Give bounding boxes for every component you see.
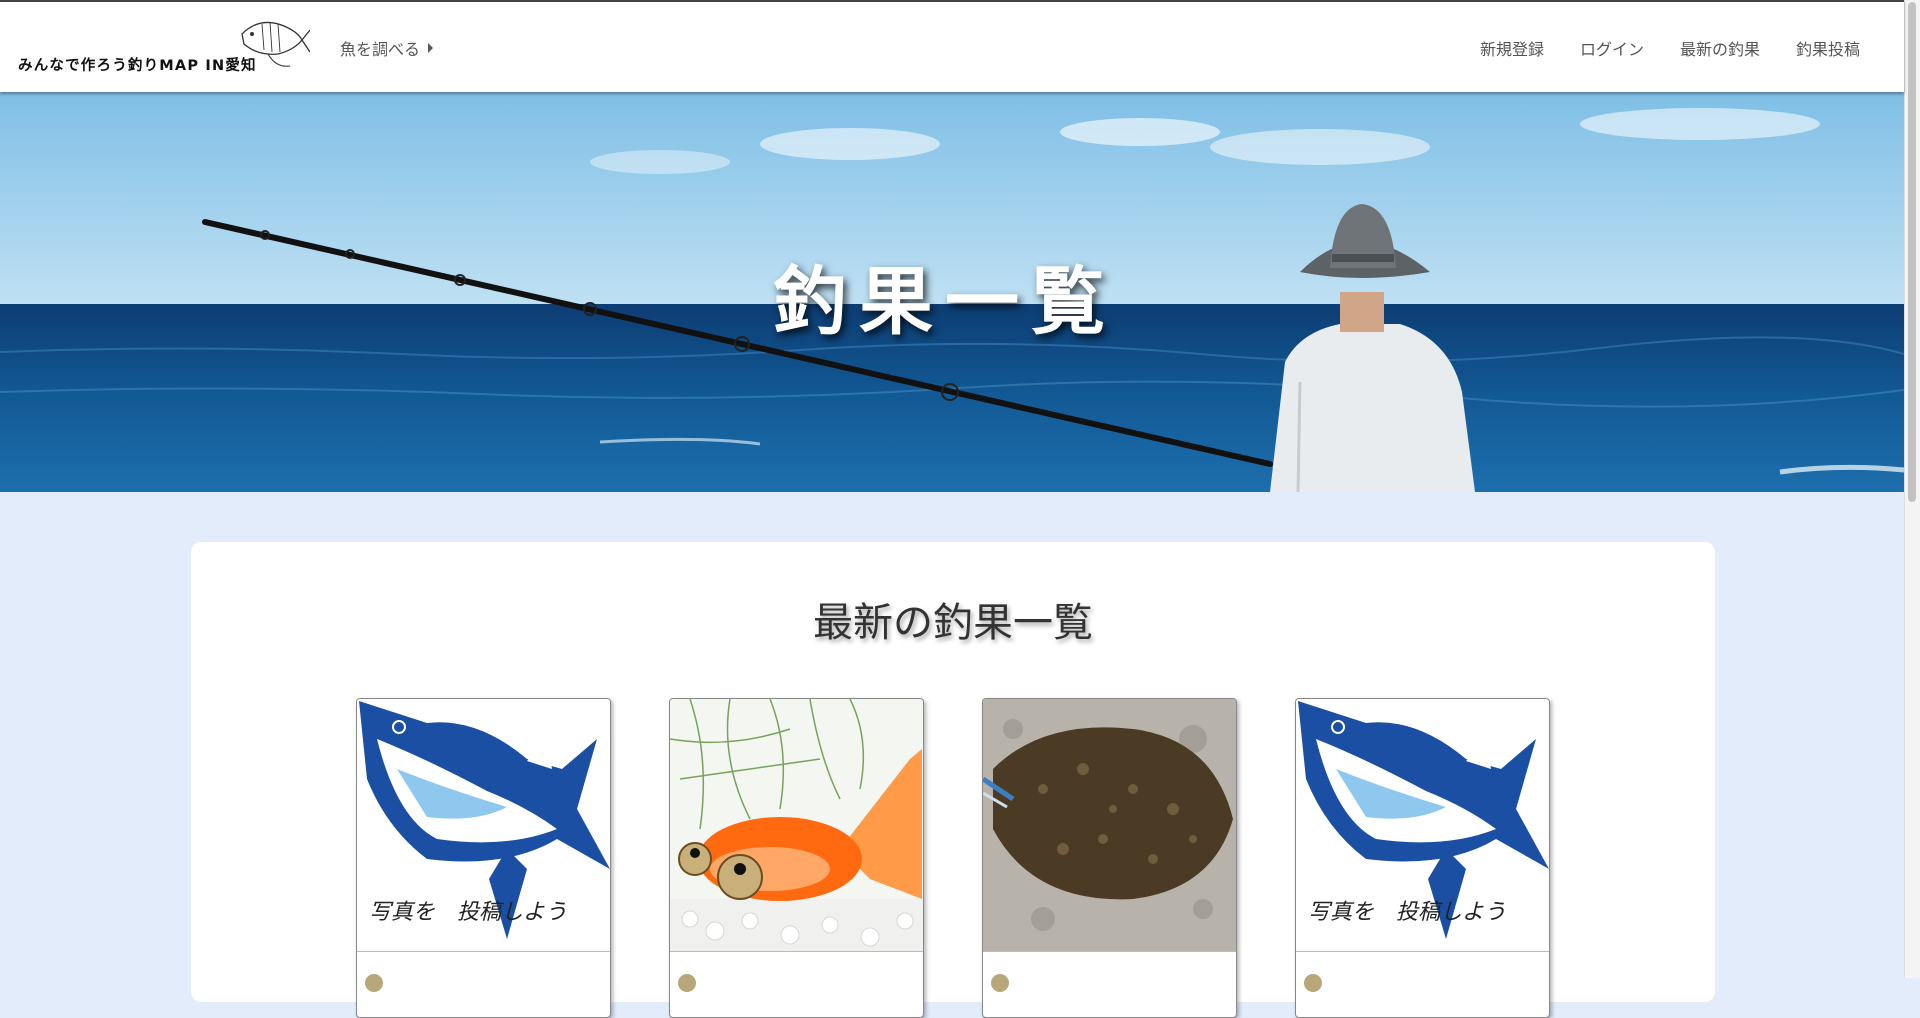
nav-signup-link[interactable]: 新規登録: [1480, 36, 1544, 60]
card-footer: [670, 951, 923, 1017]
tuna-caption: 写真を 投稿しよう: [369, 900, 567, 925]
latest-catches-panel: 最新の釣果一覧 写真を 投稿しよう 写真を 投稿しよう: [191, 542, 1715, 1018]
page-scrollbar[interactable]: [1904, 0, 1920, 978]
goldfish-photo: [670, 699, 923, 951]
nav-latest-catches-link[interactable]: 最新の釣果: [1680, 36, 1760, 60]
logo-text: みんなで作ろう釣りMAP IN愛知: [18, 58, 257, 74]
nav-login-link[interactable]: ログイン: [1580, 36, 1644, 60]
catch-card[interactable]: 写真を 投稿しよう: [356, 698, 611, 1018]
catch-card[interactable]: [982, 698, 1237, 1018]
site-header: みんなで作ろう釣りMAP IN愛知 魚を調べる 新規登録 ログイン 最新の釣果 …: [0, 0, 1904, 92]
hero-title: 釣果一覧: [773, 259, 1117, 345]
catch-card[interactable]: [669, 698, 924, 1018]
latest-catches-heading: 最新の釣果一覧: [813, 600, 1093, 646]
scrollbar-thumb[interactable]: [1908, 2, 1916, 502]
site-logo[interactable]: みんなで作ろう釣りMAP IN愛知: [16, 16, 316, 76]
nav-post-catch-link[interactable]: 釣果投稿: [1796, 36, 1860, 60]
tuna-placeholder-image: 写真を 投稿しよう: [1296, 699, 1549, 951]
avatar: [1304, 974, 1322, 992]
card-footer: [1296, 951, 1549, 1017]
avatar: [365, 974, 383, 992]
tuna-placeholder-image: 写真を 投稿しよう: [357, 699, 610, 951]
catch-card[interactable]: 写真を 投稿しよう: [1295, 698, 1550, 1018]
catch-card-list: 写真を 投稿しよう 写真を 投稿しよう: [356, 698, 1550, 1018]
card-footer: [357, 951, 610, 1017]
card-footer: [983, 951, 1236, 1017]
flatfish-photo: [983, 699, 1236, 951]
fish-lookup-label: 魚を調べる: [340, 40, 421, 59]
fish-lookup-dropdown[interactable]: 魚を調べる: [340, 36, 434, 60]
avatar: [678, 974, 696, 992]
main-nav: 新規登録 ログイン 最新の釣果 釣果投稿: [1480, 36, 1860, 60]
hero-banner: 釣果一覧: [0, 92, 1904, 492]
avatar: [991, 974, 1009, 992]
caret-right-icon: [428, 43, 434, 53]
tuna-caption: 写真を 投稿しよう: [1308, 900, 1506, 925]
